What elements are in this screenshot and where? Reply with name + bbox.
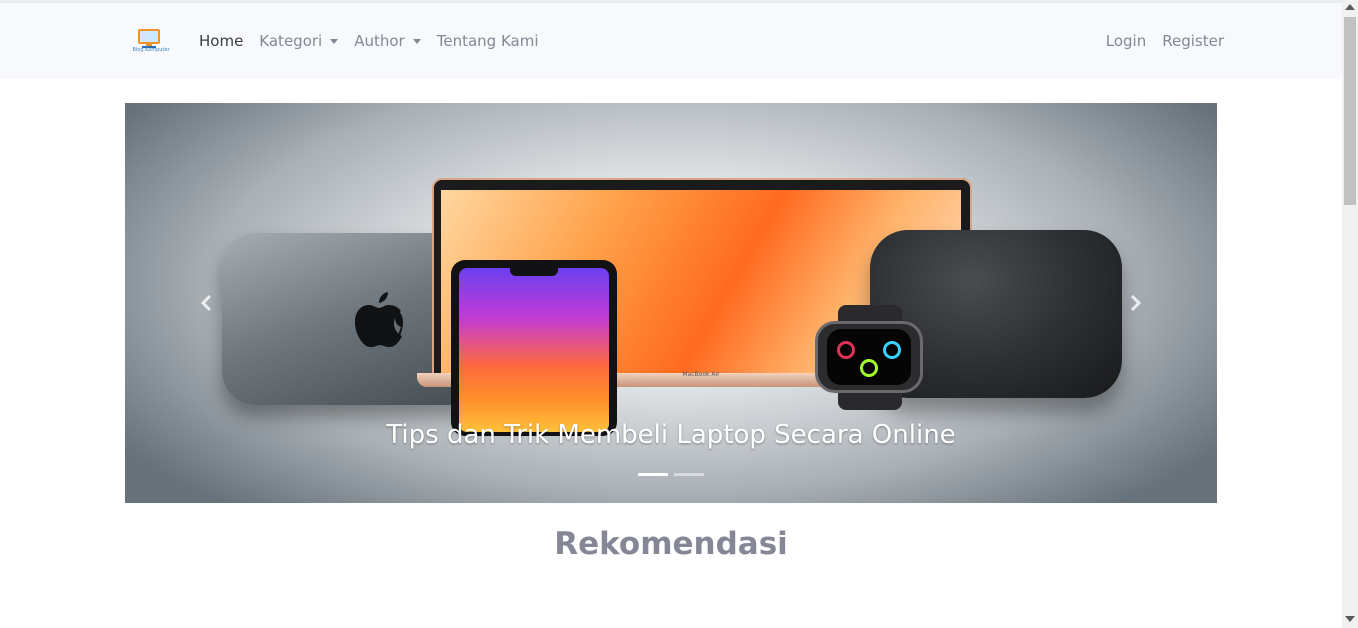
nav-author-dropdown[interactable]: Author	[346, 32, 429, 50]
brand-text: Blog Komputer	[132, 47, 170, 53]
scroll-up-icon[interactable]	[1345, 4, 1355, 10]
laptop-label: MacBook Air	[682, 371, 720, 378]
phone-screen	[459, 268, 609, 432]
caret-down-icon	[412, 38, 421, 44]
carousel-indicator[interactable]	[674, 473, 704, 476]
nav-login[interactable]: Login	[1106, 32, 1154, 50]
monitor-icon	[138, 29, 160, 44]
brand-logo[interactable]: Blog Komputer	[128, 29, 174, 57]
carousel-caption: Tips dan Trik Membeli Laptop Secara Onli…	[386, 420, 956, 450]
nav-links-left: Home Kategori Author Tentang Kami	[199, 3, 547, 79]
nav-register[interactable]: Register	[1154, 32, 1224, 50]
nav-kategori-dropdown[interactable]: Kategori	[251, 32, 346, 50]
apple-logo-icon	[355, 292, 403, 347]
carousel-indicators	[638, 473, 704, 476]
nav-links-right: Login Register	[1106, 3, 1224, 79]
watch-face	[827, 329, 911, 385]
page: Blog Komputer Home Kategori Author Tenta…	[0, 0, 1358, 628]
caret-down-icon	[330, 38, 339, 44]
section-title: Rekomendasi	[554, 526, 788, 562]
scrollbar-thumb[interactable]	[1344, 17, 1356, 205]
carousel-next-icon[interactable]	[1125, 293, 1145, 313]
nav-home[interactable]: Home	[199, 32, 251, 50]
scroll-down-icon[interactable]	[1345, 616, 1355, 622]
carousel-indicator[interactable]	[638, 473, 668, 476]
hero-carousel: MacBook Air Tips dan Trik Membeli Laptop…	[125, 103, 1217, 503]
nav-tentang-kami[interactable]: Tentang Kami	[429, 32, 547, 50]
carousel-prev-icon[interactable]	[197, 293, 217, 313]
